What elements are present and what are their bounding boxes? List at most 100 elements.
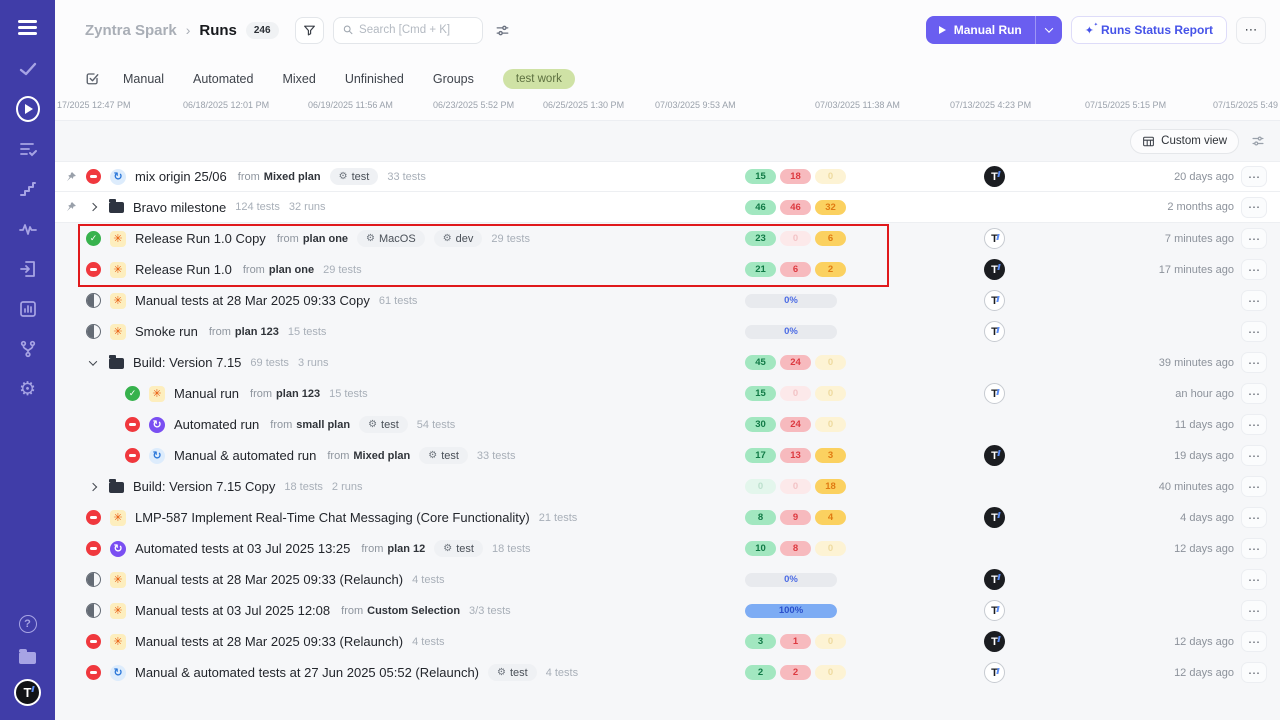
plan-name[interactable]: plan 123 — [235, 326, 279, 338]
active-filter-tag[interactable]: test work — [503, 69, 575, 89]
row-more-button[interactable]: ⋯ — [1241, 538, 1267, 559]
tab-unfinished[interactable]: Unfinished — [345, 72, 404, 86]
run-name[interactable]: Release Run 1.0 — [135, 262, 232, 277]
list-check-icon[interactable] — [16, 137, 40, 161]
pulse-icon[interactable] — [16, 217, 40, 241]
runs-status-report-button[interactable]: ✦ Runs Status Report — [1071, 16, 1227, 44]
row-more-button[interactable]: ⋯ — [1241, 445, 1267, 466]
manual-run-button[interactable]: Manual Run — [926, 16, 1062, 44]
plan-name[interactable]: Mixed plan — [353, 450, 410, 462]
search-input[interactable] — [359, 24, 473, 36]
run-row[interactable]: Manual tests at 03 Jul 2025 12:08fromCus… — [55, 595, 1280, 626]
folder-name[interactable]: Build: Version 7.15 — [133, 355, 241, 370]
view-settings-icon[interactable] — [1251, 134, 1265, 148]
run-name[interactable]: mix origin 25/06 — [135, 169, 227, 184]
tag-pill[interactable]: test — [434, 540, 483, 557]
custom-view-button[interactable]: Custom view — [1130, 129, 1239, 154]
run-row[interactable]: Automated tests at 03 Jul 2025 13:25from… — [55, 533, 1280, 564]
gear-icon[interactable]: ⚙ — [16, 377, 40, 401]
row-more-button[interactable]: ⋯ — [1241, 352, 1267, 373]
chart-icon[interactable] — [16, 297, 40, 321]
plan-name[interactable]: Mixed plan — [264, 171, 321, 183]
run-name[interactable]: Manual tests at 03 Jul 2025 12:08 — [135, 603, 330, 618]
folder-name[interactable]: Build: Version 7.15 Copy — [133, 479, 275, 494]
row-more-button[interactable]: ⋯ — [1241, 600, 1267, 621]
run-name[interactable]: Manual & automated tests at 27 Jun 2025 … — [135, 665, 479, 680]
run-row[interactable]: Release Run 1.0 Copyfromplan oneMacOSdev… — [55, 223, 1280, 254]
expand-chevron-icon[interactable] — [86, 204, 100, 210]
row-more-button[interactable]: ⋯ — [1241, 383, 1267, 404]
plan-name[interactable]: plan 12 — [387, 543, 425, 555]
run-row[interactable]: Release Run 1.0fromplan one29 tests2162T… — [55, 254, 1280, 285]
run-row[interactable]: Manual runfromplan 12315 tests1500Tan ho… — [55, 378, 1280, 409]
folder-name[interactable]: Bravo milestone — [133, 200, 226, 215]
run-name[interactable]: Smoke run — [135, 324, 198, 339]
check-icon[interactable] — [16, 57, 40, 81]
run-row[interactable]: Smoke runfromplan 12315 tests0%T⋯ — [55, 316, 1280, 347]
branch-icon[interactable] — [16, 337, 40, 361]
tag-pill[interactable]: test — [419, 447, 468, 464]
row-more-button[interactable]: ⋯ — [1241, 259, 1267, 280]
plan-name[interactable]: plan one — [303, 233, 348, 245]
row-more-button[interactable]: ⋯ — [1241, 631, 1267, 652]
folder-row[interactable]: Build: Version 7.1569 tests3 runs4524039… — [55, 347, 1280, 378]
run-row[interactable]: Manual & automated tests at 27 Jun 2025 … — [55, 657, 1280, 688]
row-more-button[interactable]: ⋯ — [1241, 414, 1267, 435]
run-row[interactable]: Manual & automated runfromMixed plantest… — [55, 440, 1280, 471]
manual-run-dropdown[interactable] — [1035, 16, 1062, 44]
run-name[interactable]: Manual tests at 28 Mar 2025 09:33 Copy — [135, 293, 370, 308]
run-name[interactable]: Manual tests at 28 Mar 2025 09:33 (Relau… — [135, 634, 403, 649]
import-icon[interactable] — [16, 257, 40, 281]
tab-manual[interactable]: Manual — [123, 72, 164, 86]
row-more-button[interactable]: ⋯ — [1241, 197, 1267, 218]
stairs-icon[interactable] — [16, 177, 40, 201]
menu-icon[interactable] — [18, 20, 37, 23]
row-more-button[interactable]: ⋯ — [1241, 507, 1267, 528]
row-more-button[interactable]: ⋯ — [1241, 476, 1267, 497]
run-name[interactable]: Manual & automated run — [174, 448, 316, 463]
run-name[interactable]: Manual run — [174, 386, 239, 401]
tag-pill[interactable]: dev — [434, 230, 483, 247]
tag-pill[interactable]: test — [488, 664, 537, 681]
row-more-button[interactable]: ⋯ — [1241, 662, 1267, 683]
run-row[interactable]: mix origin 25/06fromMixed plantest33 tes… — [55, 161, 1280, 192]
run-row[interactable]: Manual tests at 28 Mar 2025 09:33 (Relau… — [55, 626, 1280, 657]
breadcrumb-project[interactable]: Zyntra Spark — [85, 22, 177, 39]
run-row[interactable]: Automated runfromsmall plantest54 tests3… — [55, 409, 1280, 440]
run-row[interactable]: LMP-587 Implement Real-Time Chat Messagi… — [55, 502, 1280, 533]
plan-name[interactable]: plan one — [269, 264, 314, 276]
header-more-button[interactable]: ⋯ — [1236, 17, 1266, 44]
filter-button[interactable] — [295, 17, 324, 44]
run-row[interactable]: Manual tests at 28 Mar 2025 09:33 (Relau… — [55, 564, 1280, 595]
search-box[interactable] — [333, 17, 483, 44]
run-name[interactable]: Automated tests at 03 Jul 2025 13:25 — [135, 541, 350, 556]
play-circle-icon[interactable] — [16, 97, 40, 121]
row-more-button[interactable]: ⋯ — [1241, 290, 1267, 311]
row-more-button[interactable]: ⋯ — [1241, 569, 1267, 590]
folders-icon[interactable] — [19, 652, 36, 664]
search-settings-icon[interactable] — [495, 23, 510, 38]
row-more-button[interactable]: ⋯ — [1241, 228, 1267, 249]
user-avatar[interactable]: T — [14, 679, 41, 706]
row-more-button[interactable]: ⋯ — [1241, 166, 1267, 187]
run-name[interactable]: Release Run 1.0 Copy — [135, 231, 266, 246]
run-name[interactable]: Manual tests at 28 Mar 2025 09:33 (Relau… — [135, 572, 403, 587]
expand-chevron-icon[interactable] — [86, 360, 100, 366]
plan-name[interactable]: Custom Selection — [367, 605, 460, 617]
run-name[interactable]: Automated run — [174, 417, 259, 432]
help-icon[interactable] — [19, 615, 37, 633]
select-runs-icon[interactable] — [85, 71, 100, 86]
run-name[interactable]: LMP-587 Implement Real-Time Chat Messagi… — [135, 510, 530, 525]
tab-mixed[interactable]: Mixed — [282, 72, 315, 86]
tab-automated[interactable]: Automated — [193, 72, 253, 86]
tag-pill[interactable]: test — [330, 168, 379, 185]
tag-pill[interactable]: test — [359, 416, 408, 433]
folder-row[interactable]: Bravo milestone124 tests32 runs4646322 m… — [55, 192, 1280, 223]
tag-pill[interactable]: MacOS — [357, 230, 425, 247]
expand-chevron-icon[interactable] — [86, 484, 100, 490]
folder-row[interactable]: Build: Version 7.15 Copy18 tests2 runs00… — [55, 471, 1280, 502]
plan-name[interactable]: small plan — [296, 419, 350, 431]
plan-name[interactable]: plan 123 — [276, 388, 320, 400]
tab-groups[interactable]: Groups — [433, 72, 474, 86]
row-more-button[interactable]: ⋯ — [1241, 321, 1267, 342]
